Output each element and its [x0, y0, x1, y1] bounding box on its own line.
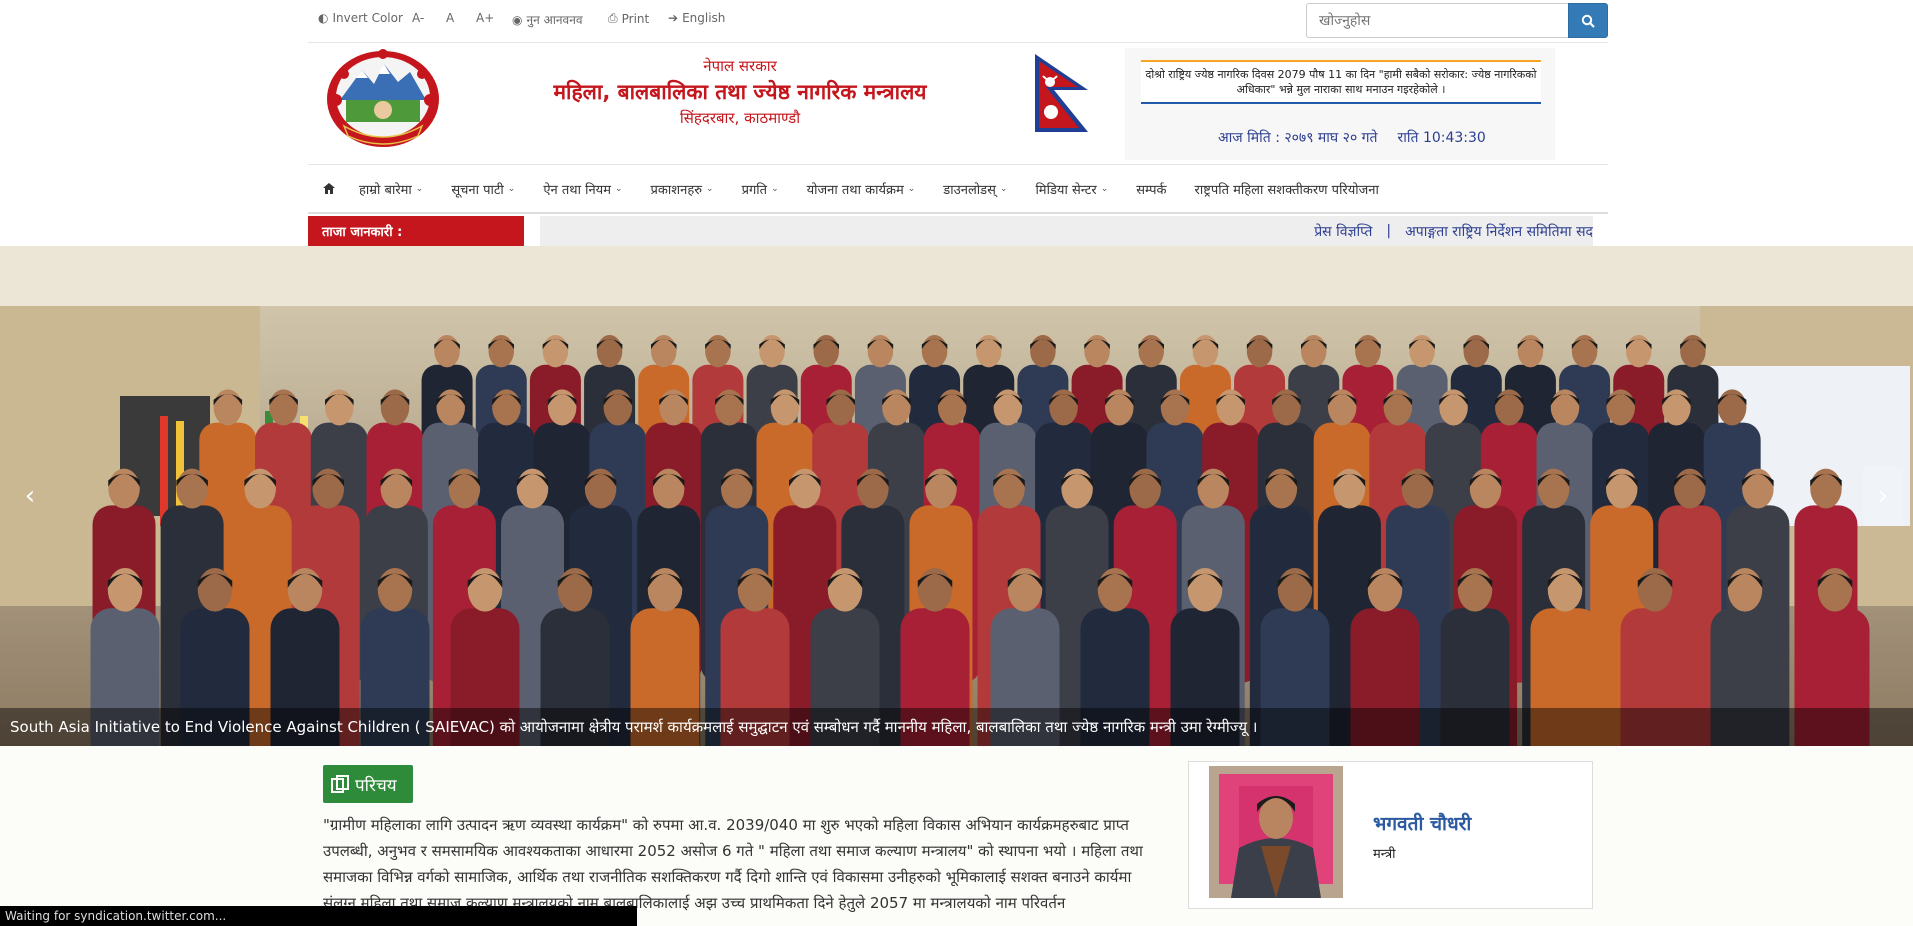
hero-slider[interactable]: ‹ › South Asia Initiative to End Violenc…: [0, 246, 1913, 746]
chevron-down-icon: ⌄: [907, 183, 916, 194]
ministry-name: महिला, बालबालिका तथा ज्येष्ठ नागरिक मन्त…: [553, 80, 927, 104]
english-link[interactable]: ➔ English: [668, 11, 725, 25]
divider: [308, 42, 1608, 43]
chevron-down-icon: ⌄: [771, 183, 779, 194]
print-button[interactable]: ⎙ Print: [608, 11, 649, 26]
slider-prev-button[interactable]: ‹: [10, 466, 50, 526]
contrast-icon: ◐: [318, 11, 329, 25]
search-icon: [1581, 14, 1595, 28]
latest-news-label: ताजा जानकारी :: [308, 216, 524, 246]
search-input[interactable]: [1306, 3, 1568, 38]
slider-next-button[interactable]: ›: [1863, 466, 1903, 526]
new-version-link[interactable]: ◉ नुन आनवनव: [512, 11, 583, 28]
font-reset-button[interactable]: A: [446, 11, 454, 25]
nav-item-5[interactable]: योजना तथा कार्यक्रम ⌄: [807, 180, 916, 198]
nav-item-1[interactable]: सूचना पाटी ⌄: [451, 180, 515, 198]
current-time: राति 10:43:30: [1397, 130, 1486, 146]
chevron-down-icon: ⌄: [614, 183, 623, 194]
header-info-panel: दोश्रो राष्ट्रिय ज्येष्ठ नागरिक दिवस 207…: [1125, 48, 1555, 160]
intro-paragraph: "ग्रामीण महिलाका लागि उत्पादन ऋण व्यवस्थ…: [323, 816, 1143, 912]
nav-item-0[interactable]: हाम्रो बारेमा ⌄: [359, 180, 423, 198]
chevron-down-icon: ⌄: [1100, 183, 1109, 194]
nav-item-6[interactable]: डाउनलोडस् ⌄: [943, 180, 1007, 198]
copy-icon: [331, 775, 349, 793]
nav-item-8[interactable]: सम्पर्क: [1136, 180, 1166, 198]
chevron-down-icon: ⌄: [999, 183, 1008, 194]
group-photo: [0, 246, 1913, 746]
chevron-down-icon: ⌄: [706, 183, 714, 194]
site-title[interactable]: नेपाल सरकार महिला, बालबालिका तथा ज्येष्ठ…: [520, 56, 960, 128]
ticker-item[interactable]: प्रेस विज्ञप्ति: [1314, 222, 1372, 241]
home-icon: [323, 183, 335, 194]
nav-item-7[interactable]: मिडिया सेन्टर ⌄: [1035, 180, 1108, 198]
nepal-flag-icon: [1032, 52, 1092, 134]
latest-news-ticker: प्रेस विज्ञप्ति | अपाङ्गता राष्ट्रिय निर…: [540, 216, 1593, 246]
browser-status-bar: Waiting for syndication.twitter.com...: [0, 906, 637, 926]
search-form: [1306, 3, 1608, 38]
nav-item-4[interactable]: प्रगति ⌄: [742, 180, 779, 198]
font-decrease-button[interactable]: A-: [412, 11, 424, 25]
nav-item-2[interactable]: ऐन तथा नियम ⌄: [543, 180, 622, 198]
slide-caption: South Asia Initiative to End Violence Ag…: [0, 708, 1913, 746]
minister-photo: [1209, 766, 1343, 898]
nav-home[interactable]: [323, 183, 335, 194]
minister-card[interactable]: भगवती चौधरी मन्त्री: [1188, 761, 1593, 909]
chevron-right-icon: ›: [1877, 481, 1889, 511]
ticker-separator: |: [1386, 223, 1392, 239]
notice-marquee[interactable]: दोश्रो राष्ट्रिय ज्येष्ठ नागरिक दिवस 207…: [1141, 60, 1541, 104]
minister-role: मन्त्री: [1373, 847, 1396, 862]
search-button[interactable]: [1568, 3, 1608, 38]
current-date: आज मिति : २०७९ माघ २० गते: [1218, 130, 1378, 146]
sign-in-icon: ➔: [668, 11, 679, 25]
nav-item-3[interactable]: प्रकाशनहरु ⌄: [651, 180, 714, 198]
government-label: नेपाल सरकार: [703, 57, 777, 75]
print-icon: ⎙: [608, 11, 618, 25]
date-time: आज मिति : २०७९ माघ २० गते राति 10:43:30: [1218, 128, 1486, 147]
font-increase-button[interactable]: A+: [476, 11, 494, 25]
chevron-left-icon: ‹: [24, 481, 36, 511]
chevron-down-icon: ⌄: [415, 183, 424, 194]
chevron-down-icon: ⌄: [507, 183, 516, 194]
main-navigation: हाम्रो बारेमा ⌄ सूचना पाटी ⌄ ऐन तथा नियम ⌄ प्र…: [308, 165, 1608, 212]
divider: [308, 212, 1608, 214]
intro-heading: परिचय: [323, 765, 413, 803]
ministry-location: सिंहदरबार, काठमाण्डौ: [679, 109, 801, 127]
ticker-item[interactable]: अपाङ्गता राष्ट्रिय निर्देशन समितिमा सद: [1405, 222, 1593, 241]
invert-color-toggle[interactable]: ◐ Invert Color: [318, 11, 403, 25]
globe-icon: ◉: [512, 12, 523, 27]
minister-name[interactable]: भगवती चौधरी: [1373, 810, 1471, 836]
intro-section: परिचय "ग्रामीण महिलाका लागि उत्पादन ऋण व…: [0, 746, 1913, 926]
nepal-emblem-logo[interactable]: [322, 48, 444, 150]
nav-item-9[interactable]: राष्ट्रपति महिला सशक्तीकरण परियोजना: [1195, 180, 1379, 198]
